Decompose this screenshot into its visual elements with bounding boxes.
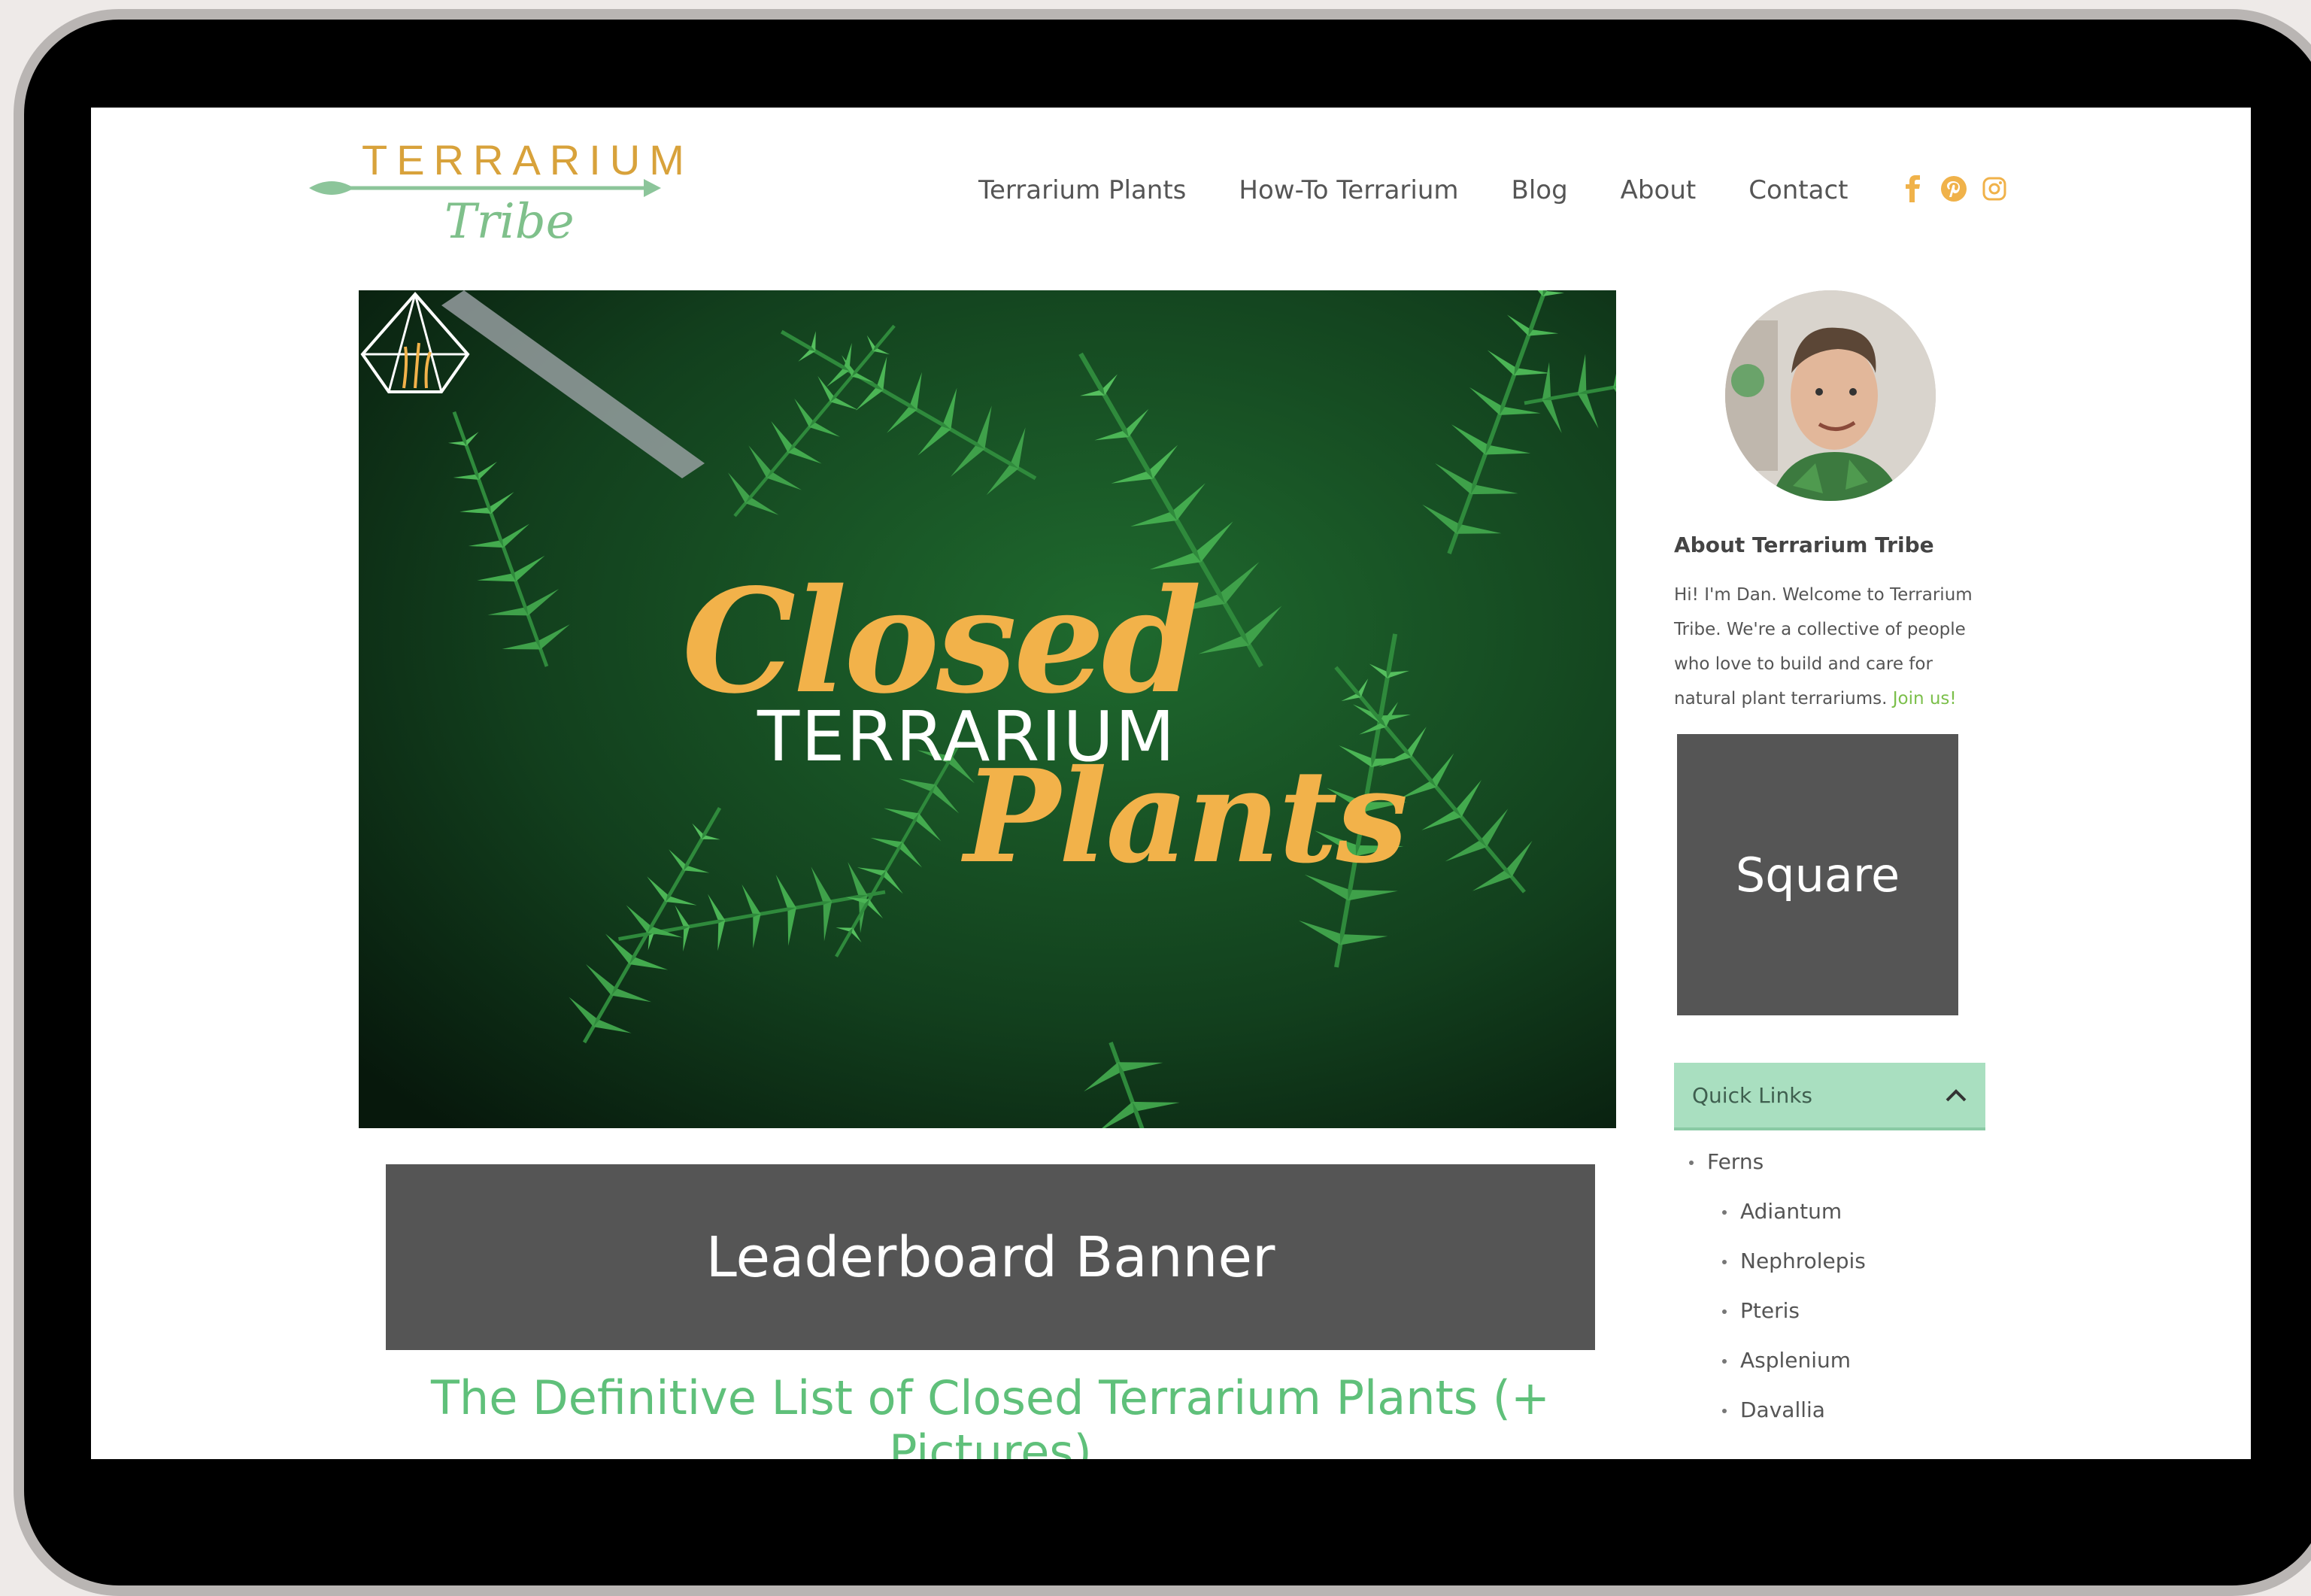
hero-line-plants: Plants <box>964 742 1408 892</box>
bullet-icon <box>1689 1161 1694 1165</box>
logo-word: TERRARIUM <box>362 136 693 184</box>
quick-link-ferns[interactable]: Ferns <box>1689 1149 1764 1174</box>
instagram-icon[interactable] <box>1981 175 2008 202</box>
terrarium-gem-icon <box>360 291 470 393</box>
quick-link-davallia[interactable]: Davallia <box>1722 1397 1825 1422</box>
quick-links-header[interactable]: Quick Links <box>1674 1063 1985 1130</box>
author-avatar <box>1725 290 1936 501</box>
hero-image[interactable]: Closed TERRARIUM Plants <box>359 290 1616 1128</box>
nav-how-to-terrarium[interactable]: How-To Terrarium <box>1239 175 1458 205</box>
facebook-icon[interactable] <box>1900 175 1927 202</box>
nav-contact[interactable]: Contact <box>1748 175 1848 205</box>
chevron-up-icon[interactable] <box>1945 1088 1967 1103</box>
browser-viewport: TERRARIUM Tribe Terrarium Plants How-To … <box>91 108 2251 1459</box>
quick-link-asplenium[interactable]: Asplenium <box>1722 1348 1851 1373</box>
nav-about[interactable]: About <box>1621 175 1697 205</box>
post-title[interactable]: The Definitive List of Closed Terrarium … <box>386 1371 1595 1460</box>
quick-links-label: Quick Links <box>1692 1082 1813 1108</box>
nav-terrarium-plants[interactable]: Terrarium Plants <box>978 175 1186 205</box>
bullet-icon <box>1722 1210 1727 1215</box>
logo-script: Tribe <box>444 194 575 250</box>
social-links <box>1900 175 2008 202</box>
main-nav: Terrarium Plants How-To Terrarium Blog A… <box>978 175 1900 205</box>
pinterest-icon[interactable] <box>1940 175 1967 202</box>
join-link[interactable]: Join us! <box>1893 689 1957 708</box>
bullet-icon <box>1722 1409 1727 1413</box>
bullet-icon <box>1722 1359 1727 1364</box>
about-title: About Terrarium Tribe <box>1674 533 1934 557</box>
about-text: Hi! I'm Dan. Welcome to Terrarium Tribe.… <box>1674 578 1990 716</box>
nav-blog[interactable]: Blog <box>1512 175 1568 205</box>
hero-title: Closed TERRARIUM Plants <box>359 290 1616 1128</box>
square-ad[interactable]: Square <box>1677 734 1958 1015</box>
quick-link-adiantum[interactable]: Adiantum <box>1722 1199 1842 1224</box>
site-logo[interactable]: TERRARIUM Tribe <box>302 134 684 258</box>
leaderboard-banner[interactable]: Leaderboard Banner <box>386 1164 1595 1350</box>
bullet-icon <box>1722 1260 1727 1264</box>
quick-link-pteris[interactable]: Pteris <box>1722 1298 1800 1323</box>
quick-link-nephrolepis[interactable]: Nephrolepis <box>1722 1249 1866 1273</box>
bullet-icon <box>1722 1309 1727 1314</box>
